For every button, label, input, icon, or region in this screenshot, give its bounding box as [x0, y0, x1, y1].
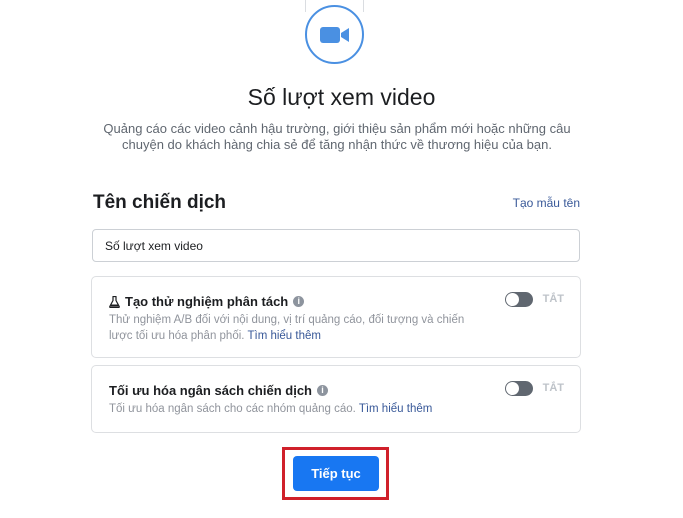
- budget-optimization-description-text: Tối ưu hóa ngân sách cho các nhóm quảng …: [109, 403, 356, 415]
- split-test-card: Tạo thử nghiệm phân tách i Thử nghiệm A/…: [91, 276, 581, 358]
- toggle-knob: [506, 293, 519, 306]
- objective-description: Quảng cáo các video cảnh hậu trường, giớ…: [103, 121, 571, 152]
- split-test-title: Tạo thử nghiệm phân tách: [125, 294, 289, 309]
- split-test-title-row: Tạo thử nghiệm phân tách i: [109, 294, 305, 309]
- budget-optimization-learn-more-link[interactable]: Tìm hiểu thêm: [359, 403, 433, 415]
- budget-optimization-card: Tối ưu hóa ngân sách chiến dịch i Tối ưu…: [91, 365, 581, 433]
- create-name-template-link[interactable]: Tạo mẫu tên: [513, 196, 580, 210]
- budget-optimization-toggle[interactable]: [505, 381, 533, 396]
- info-icon[interactable]: i: [293, 296, 305, 307]
- split-test-toggle-label: TẮT: [542, 293, 564, 305]
- video-objective-badge: [305, 5, 364, 64]
- video-camera-icon: [319, 26, 349, 43]
- top-divider-right: [363, 0, 364, 12]
- budget-optimization-toggle-label: TẮT: [542, 382, 564, 394]
- budget-optimization-description: Tối ưu hóa ngân sách cho các nhóm quảng …: [109, 401, 489, 417]
- flask-icon: [109, 295, 120, 308]
- info-icon[interactable]: i: [317, 385, 328, 396]
- split-test-description: Thử nghiệm A/B đối với nội dung, vị trí …: [109, 312, 489, 344]
- page-title: Số lượt xem video: [247, 84, 436, 110]
- continue-button[interactable]: Tiếp tục: [293, 456, 379, 491]
- campaign-name-label: Tên chiến dịch: [93, 192, 227, 213]
- split-test-toggle[interactable]: [505, 292, 533, 307]
- top-divider-left: [305, 0, 306, 12]
- toggle-knob: [506, 382, 519, 395]
- budget-optimization-title-row: Tối ưu hóa ngân sách chiến dịch i: [109, 383, 328, 398]
- campaign-name-input[interactable]: [92, 229, 580, 262]
- budget-optimization-title: Tối ưu hóa ngân sách chiến dịch: [109, 383, 312, 398]
- split-test-learn-more-link[interactable]: Tìm hiểu thêm: [247, 330, 321, 342]
